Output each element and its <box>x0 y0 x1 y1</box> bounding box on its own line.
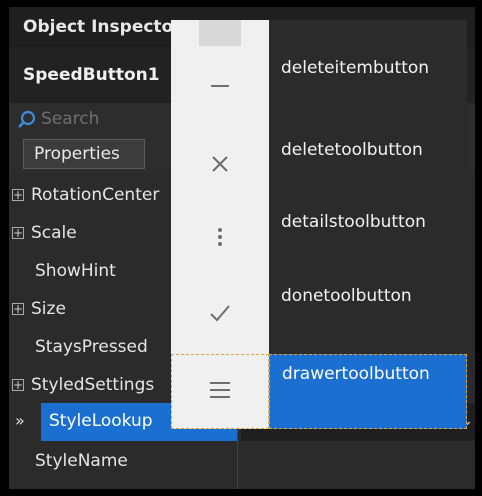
property-name: Scale <box>31 223 77 243</box>
hamburger-menu-icon <box>172 382 268 429</box>
list-item-icon[interactable] <box>171 264 269 330</box>
close-icon <box>171 156 269 182</box>
property-name: StyleName <box>35 451 128 471</box>
label-column: deleteitembutton deletetoolbutton detail… <box>269 20 467 429</box>
list-item-icon[interactable] <box>171 188 269 254</box>
search-input[interactable]: Search <box>41 103 99 135</box>
column-divider <box>237 422 238 489</box>
property-name: ShowHint <box>35 261 116 281</box>
list-item-label[interactable]: donetoolbutton <box>269 282 467 310</box>
list-item-label[interactable]: deletetoolbutton <box>269 136 467 164</box>
icon-column <box>171 20 269 429</box>
expand-icon[interactable]: + <box>12 227 24 239</box>
object-inspector-panel: Object Inspector SpeedButton1 Search Pro… <box>9 7 475 489</box>
checkmark-icon <box>171 305 269 334</box>
list-item-label[interactable]: deleteitembutton <box>269 54 467 82</box>
list-item-icon[interactable] <box>171 112 269 178</box>
property-row[interactable]: StyleName <box>9 443 475 481</box>
property-name: Size <box>31 299 66 319</box>
expand-icon[interactable]: + <box>12 303 24 315</box>
property-name: StaysPressed <box>35 337 148 357</box>
tab-properties[interactable]: Properties <box>23 139 145 169</box>
list-item-icon[interactable] <box>171 46 269 112</box>
property-name: StyleLookup <box>49 411 153 431</box>
property-name: StyledSettings <box>31 375 155 395</box>
list-item-icon-selected[interactable] <box>171 354 269 429</box>
expand-icon[interactable]: + <box>12 189 24 201</box>
property-name: RotationCenter <box>31 185 160 205</box>
current-row-marker: » <box>15 411 25 430</box>
expand-icon[interactable]: + <box>12 379 24 391</box>
list-item-label-selected[interactable]: drawertoolbutton <box>269 354 467 429</box>
more-vertical-icon <box>171 228 269 258</box>
list-item-label[interactable]: detailstoolbutton <box>269 208 467 236</box>
style-lookup-dropdown-list[interactable]: deleteitembutton deletetoolbutton detail… <box>171 20 467 429</box>
